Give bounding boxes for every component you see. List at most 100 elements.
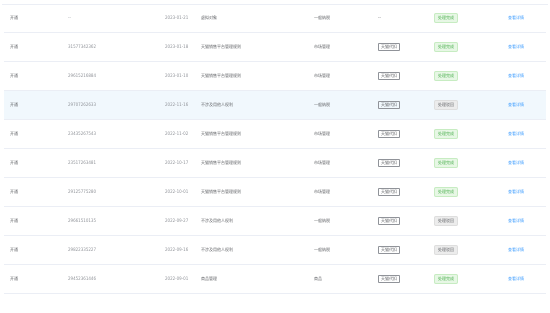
view-details-link[interactable]: 查看详情 (508, 248, 524, 252)
row-reason: 不涉及用他人权利 (201, 102, 233, 107)
status-badge: 处理驳回 (434, 245, 458, 255)
row-category: 一般纳税 (314, 15, 330, 20)
source-tag: 天猫代扣 (378, 72, 400, 80)
view-details-link[interactable]: 查看详情 (508, 45, 524, 49)
row-date: 2023-01-21 (165, 15, 189, 20)
row-type: 开通 (10, 44, 18, 49)
source-tag: 天猫代扣 (378, 159, 400, 167)
row-category: 一般纳税 (314, 247, 330, 252)
row-date: 2022-11-16 (165, 102, 189, 107)
table-row[interactable]: 开通 29615216884 2023-01-10 天猫销售平台管理规则 市场管理 天猫代… (4, 62, 546, 91)
row-type: 开通 (10, 247, 18, 252)
row-date: 2022-10-01 (165, 189, 189, 194)
row-status: 处理完成 (434, 13, 458, 23)
source-tag: 天猫代扣 (378, 217, 400, 225)
table-row[interactable]: 开通 -- 2023-01-21 虚拟对象 一般纳税 -- 处理完成 查看详情 (4, 4, 546, 33)
row-reason: 天猫销售平台管理规则 (201, 160, 241, 165)
row-reason: 不涉及用他人权利 (201, 218, 233, 223)
status-badge: 处理完成 (434, 187, 458, 197)
table-row[interactable]: 开通 29661510135 2022-09-27 不涉及用他人权利 一般纳税 天猫代扣 处… (4, 207, 546, 236)
row-date: 2022-09-16 (165, 247, 189, 252)
table-row[interactable]: 开通 29707262633 2022-11-16 不涉及用他人权利 一般纳税 天猫代扣 处… (4, 91, 546, 120)
row-category: 市场管理 (314, 44, 330, 49)
table-row[interactable]: 开通 31577342362 2023-01-18 天猫销售平台管理规则 市场管理 天猫代… (4, 33, 546, 62)
table-row[interactable]: 开通 29125775280 2022-10-01 天猫销售平台管理规则 市场管理 天猫代… (4, 178, 546, 207)
view-details-link[interactable]: 查看详情 (508, 132, 524, 136)
row-date: 2023-01-10 (165, 73, 189, 78)
row-reason: 虚拟对象 (201, 15, 217, 20)
status-badge: 处理完成 (434, 13, 458, 23)
row-id: 31577342362 (68, 44, 96, 49)
row-source: 天猫代扣 (378, 217, 400, 225)
row-id: 29452361446 (68, 276, 96, 281)
row-reason: 天猫销售平台管理规则 (201, 189, 241, 194)
row-id: 29707262633 (68, 102, 96, 107)
view-details-link[interactable]: 查看详情 (508, 190, 524, 194)
row-id: 29125775280 (68, 189, 96, 194)
row-source: -- (378, 15, 381, 20)
view-details-link[interactable]: 查看详情 (508, 16, 524, 20)
row-category: 市场管理 (314, 131, 330, 136)
row-type: 开通 (10, 15, 18, 20)
row-status: 处理完成 (434, 129, 458, 139)
row-status: 处理完成 (434, 158, 458, 168)
row-date: 2022-10-17 (165, 160, 189, 165)
row-status: 处理驳回 (434, 245, 458, 255)
row-source: 天猫代扣 (378, 188, 400, 196)
row-type: 开通 (10, 218, 18, 223)
row-id: 29615216884 (68, 73, 96, 78)
row-id: 29661510135 (68, 218, 96, 223)
row-id: -- (68, 15, 71, 20)
status-badge: 处理驳回 (434, 100, 458, 110)
status-badge: 处理完成 (434, 158, 458, 168)
row-category: 市场管理 (314, 189, 330, 194)
row-reason: 天猫销售平台管理规则 (201, 131, 241, 136)
status-badge: 处理完成 (434, 42, 458, 52)
view-details-link[interactable]: 查看详情 (508, 161, 524, 165)
status-badge: 处理完成 (434, 129, 458, 139)
row-type: 开通 (10, 131, 18, 136)
row-type: 开通 (10, 73, 18, 78)
source-tag: 天猫代扣 (378, 188, 400, 196)
row-status: 处理完成 (434, 71, 458, 81)
row-date: 2023-01-18 (165, 44, 189, 49)
row-id: 29822335227 (68, 247, 96, 252)
row-reason: 天猫销售平台管理规则 (201, 73, 241, 78)
row-source: 天猫代扣 (378, 43, 400, 51)
view-details-link[interactable]: 查看详情 (508, 74, 524, 78)
row-category: 一般纳税 (314, 218, 330, 223)
row-category: 商品 (314, 276, 322, 281)
row-source: 天猫代扣 (378, 130, 400, 138)
view-details-link[interactable]: 查看详情 (508, 103, 524, 107)
row-reason: 天猫销售平台管理规则 (201, 44, 241, 49)
row-date: 2022-11-02 (165, 131, 189, 136)
row-category: 市场管理 (314, 160, 330, 165)
row-source: 天猫代扣 (378, 159, 400, 167)
row-reason: 商品管理 (201, 276, 217, 281)
records-table: 开通 -- 2023-01-21 虚拟对象 一般纳税 -- 处理完成 查看详情 开通 315773… (4, 4, 546, 294)
status-badge: 处理完成 (434, 71, 458, 81)
status-badge: 处理完成 (434, 274, 458, 284)
row-status: 处理完成 (434, 274, 458, 284)
source-tag: 天猫代扣 (378, 43, 400, 51)
source-tag: 天猫代扣 (378, 101, 400, 109)
view-details-link[interactable]: 查看详情 (508, 219, 524, 223)
row-id: 23517263481 (68, 160, 96, 165)
row-category: 市场管理 (314, 73, 330, 78)
status-badge: 处理驳回 (434, 216, 458, 226)
row-source: 天猫代扣 (378, 246, 400, 254)
row-status: 处理驳回 (434, 216, 458, 226)
row-id: 23435267543 (68, 131, 96, 136)
row-source: 天猫代扣 (378, 275, 400, 283)
row-status: 处理驳回 (434, 100, 458, 110)
table-row[interactable]: 开通 23435267543 2022-11-02 天猫销售平台管理规则 市场管理 天猫代… (4, 120, 546, 149)
view-details-link[interactable]: 查看详情 (508, 277, 524, 281)
row-category: 一般纳税 (314, 102, 330, 107)
table-row[interactable]: 开通 29452361446 2022-09-01 商品管理 商品 天猫代扣 处理完成 查看详… (4, 265, 546, 294)
row-type: 开通 (10, 102, 18, 107)
table-row[interactable]: 开通 29822335227 2022-09-16 不涉及用他人权利 一般纳税 天猫代扣 处… (4, 236, 546, 265)
row-status: 处理完成 (434, 42, 458, 52)
row-type: 开通 (10, 276, 18, 281)
table-row[interactable]: 开通 23517263481 2022-10-17 天猫销售平台管理规则 市场管理 天猫代… (4, 149, 546, 178)
row-date: 2022-09-27 (165, 218, 189, 223)
